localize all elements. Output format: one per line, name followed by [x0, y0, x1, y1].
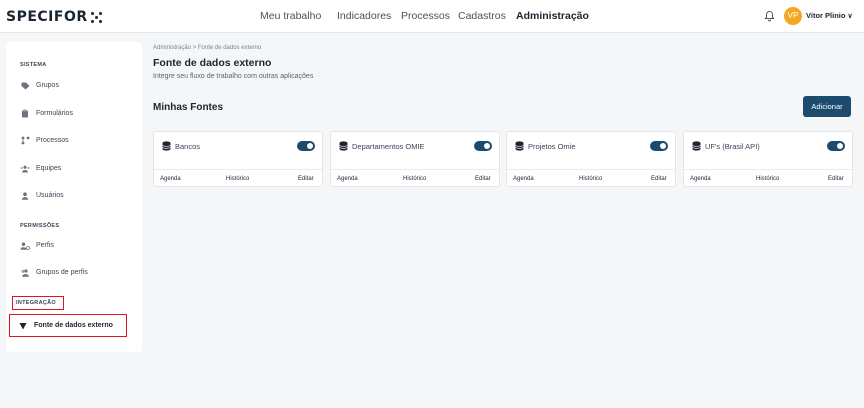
- chevron-down-icon: ∨: [847, 13, 853, 20]
- bell-icon[interactable]: [764, 10, 775, 22]
- sidebar-item-label: Grupos: [36, 82, 59, 89]
- source-name: Departamentos OMIE: [352, 142, 425, 151]
- funnel-icon: [18, 321, 28, 330]
- nav-indicadores[interactable]: Indicadores: [337, 10, 391, 22]
- logo-dots-icon: [90, 11, 102, 23]
- card-divider: [684, 169, 852, 170]
- sidebar-item-grupos[interactable]: Grupos: [20, 81, 59, 90]
- edit-link[interactable]: Editar: [828, 176, 844, 182]
- database-icon: [515, 141, 524, 151]
- source-name: Projetos Omie: [528, 142, 576, 151]
- source-enabled-toggle[interactable]: [474, 141, 492, 151]
- database-icon: [339, 141, 348, 151]
- page-title: Fonte de dados externo: [153, 57, 272, 69]
- team-icon: [20, 164, 30, 173]
- user-menu[interactable]: Vitor Plinio ∨: [806, 11, 853, 20]
- source-name: UF's (Brasil API): [705, 142, 760, 151]
- sidebar-item-grupos-de-perfis[interactable]: Grupos de perfis: [20, 268, 88, 277]
- nav-cadastros[interactable]: Cadastros: [458, 10, 506, 22]
- avatar[interactable]: VP: [784, 7, 802, 25]
- database-icon: [162, 141, 171, 151]
- logo-text: SPECIFOR: [6, 9, 88, 25]
- profile-group-icon: [20, 268, 30, 277]
- user-name: Vitor Plinio: [806, 11, 846, 20]
- source-card: Projetos Omie Agenda Histórico Editar: [506, 131, 676, 187]
- sidebar-item-label: Usuários: [36, 192, 64, 199]
- sidebar-item-label: Grupos de perfis: [36, 269, 88, 276]
- nav-processos[interactable]: Processos: [401, 10, 450, 22]
- sidebar-item-label: Perfis: [36, 242, 54, 249]
- card-divider: [507, 169, 675, 170]
- breadcrumb[interactable]: Administração > Fonte de dados externo: [153, 45, 261, 51]
- top-bar: SPECIFOR Meu trabalho Indicadores Proces…: [0, 0, 864, 33]
- sidebar-item-fonte-de-dados-externo[interactable]: Fonte de dados externo: [18, 321, 113, 330]
- schedule-link[interactable]: Agenda: [513, 176, 534, 182]
- sidebar-item-label: Processos: [36, 137, 69, 144]
- source-enabled-toggle[interactable]: [650, 141, 668, 151]
- card-divider: [154, 169, 322, 170]
- section-title: Minhas Fontes: [153, 102, 224, 113]
- add-button[interactable]: Adicionar: [803, 96, 851, 117]
- sidebar-section-integracao: INTEGRAÇÃO: [16, 300, 56, 306]
- source-name: Bancos: [175, 142, 201, 151]
- history-link[interactable]: Histórico: [403, 176, 426, 182]
- source-card: Bancos Agenda Histórico Editar: [153, 131, 323, 187]
- sidebar-item-label: Fonte de dados externo: [34, 322, 113, 329]
- nav-administracao[interactable]: Administração: [516, 10, 589, 22]
- sidebar-item-formularios[interactable]: Formulários: [20, 109, 73, 118]
- sidebar-item-label: Equipes: [36, 165, 62, 172]
- sidebar-item-processos[interactable]: Processos: [20, 136, 69, 145]
- history-link[interactable]: Histórico: [579, 176, 602, 182]
- history-link[interactable]: Histórico: [226, 176, 249, 182]
- page-subtitle: Integre seu fluxo de trabalho com outras…: [153, 73, 314, 80]
- profile-icon: [20, 241, 30, 250]
- sidebar-section-sistema: SISTEMA: [20, 62, 47, 68]
- sidebar-item-usuarios[interactable]: Usuários: [20, 191, 64, 200]
- source-enabled-toggle[interactable]: [827, 141, 845, 151]
- user-icon: [20, 191, 30, 200]
- card-divider: [331, 169, 499, 170]
- sidebar-section-permissoes: PERMISSÕES: [20, 223, 60, 229]
- flow-icon: [20, 136, 30, 145]
- app-logo[interactable]: SPECIFOR: [6, 9, 102, 25]
- schedule-link[interactable]: Agenda: [690, 176, 711, 182]
- sidebar-item-label: Formulários: [36, 110, 73, 117]
- edit-link[interactable]: Editar: [475, 176, 491, 182]
- nav-meu-trabalho[interactable]: Meu trabalho: [260, 10, 321, 22]
- sidebar-item-perfis[interactable]: Perfis: [20, 241, 54, 250]
- schedule-link[interactable]: Agenda: [337, 176, 358, 182]
- edit-link[interactable]: Editar: [298, 176, 314, 182]
- source-enabled-toggle[interactable]: [297, 141, 315, 151]
- sidebar: SISTEMA Grupos Formulários Processos Equ…: [6, 42, 142, 352]
- source-card: UF's (Brasil API) Agenda Histórico Edita…: [683, 131, 853, 187]
- source-card: Departamentos OMIE Agenda Histórico Edit…: [330, 131, 500, 187]
- tag-icon: [20, 81, 30, 90]
- history-link[interactable]: Histórico: [756, 176, 779, 182]
- schedule-link[interactable]: Agenda: [160, 176, 181, 182]
- edit-link[interactable]: Editar: [651, 176, 667, 182]
- database-icon: [692, 141, 701, 151]
- clipboard-icon: [20, 109, 30, 118]
- sidebar-item-equipes[interactable]: Equipes: [20, 164, 61, 173]
